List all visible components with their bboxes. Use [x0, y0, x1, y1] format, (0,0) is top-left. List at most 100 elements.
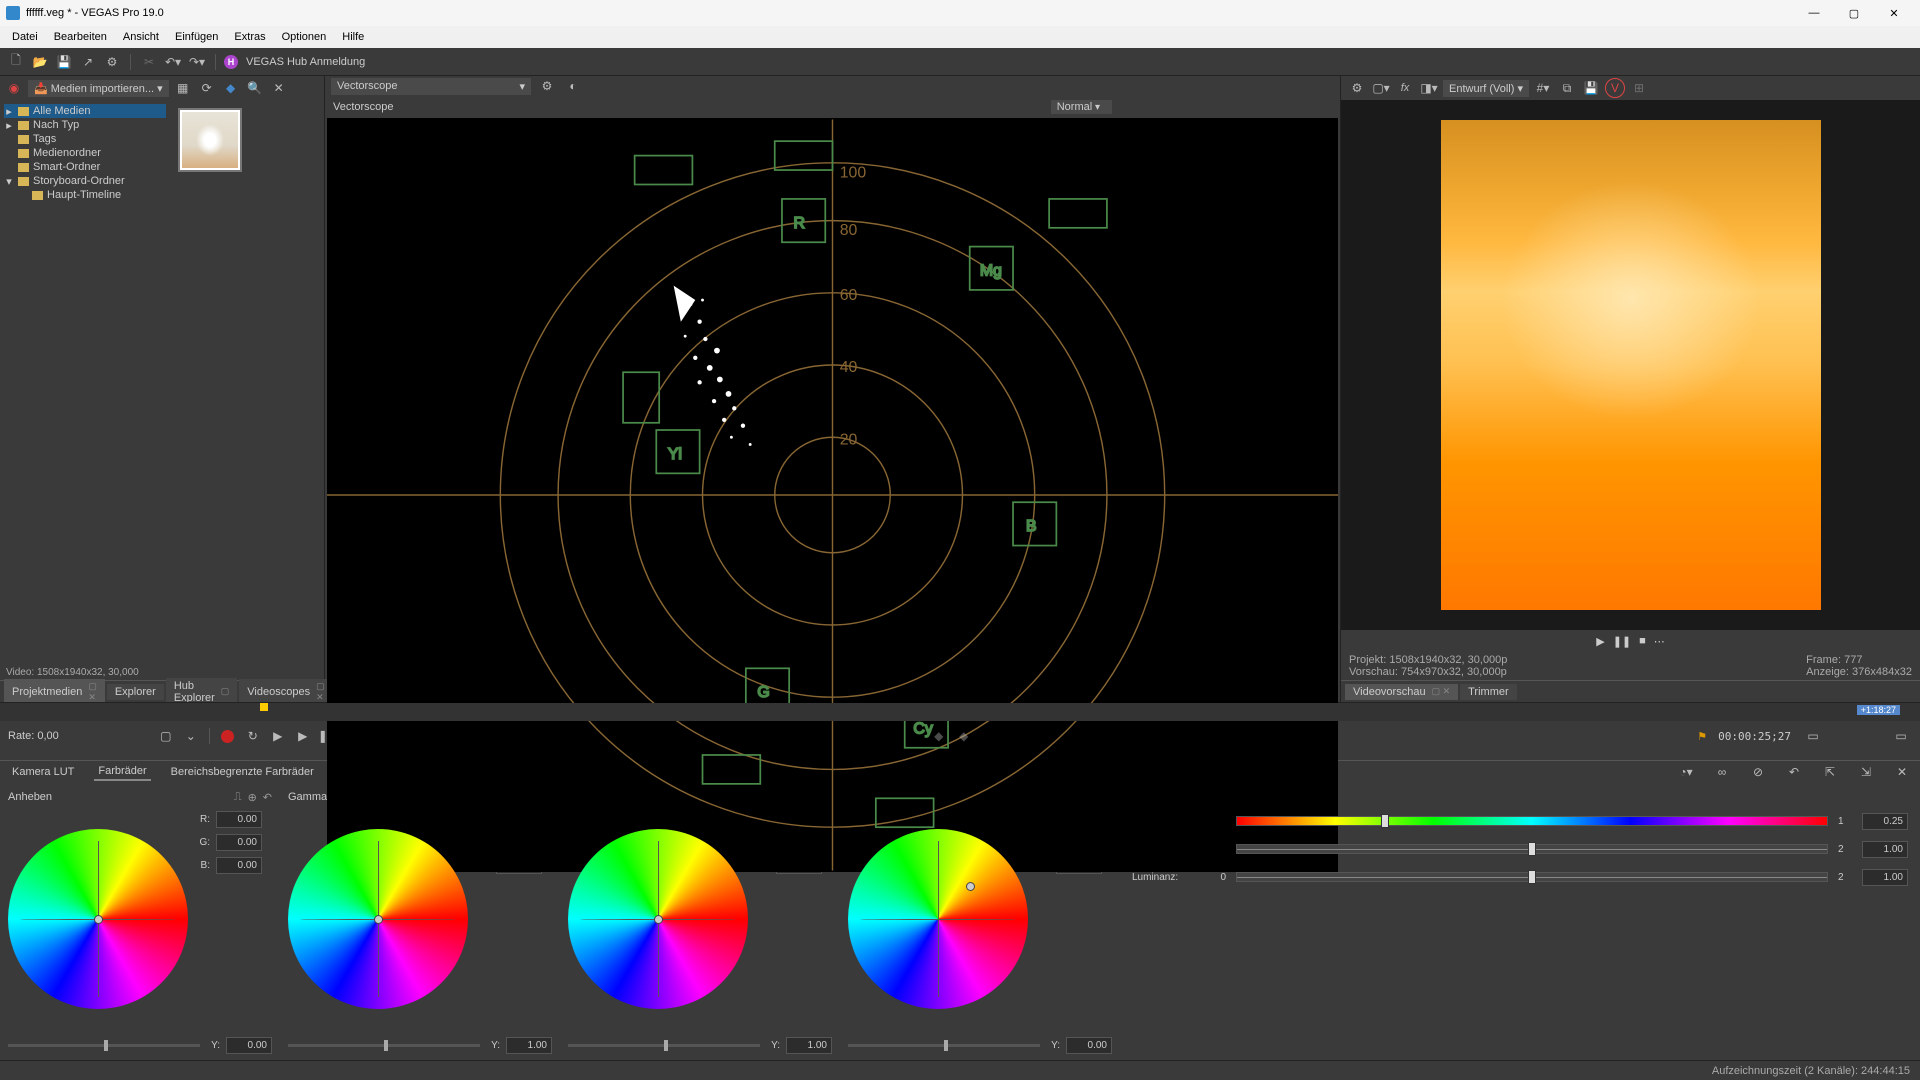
- color-link-icon[interactable]: ∞: [1712, 762, 1732, 782]
- preview-settings-icon[interactable]: ⚙: [1347, 78, 1367, 98]
- scope-type-dropdown[interactable]: Vectorscope▾: [331, 78, 531, 95]
- timecode-display[interactable]: 00:00:25;27: [1718, 730, 1791, 743]
- scope-settings-icon[interactable]: ⚙: [537, 76, 557, 96]
- tool1-icon[interactable]: ◆: [928, 725, 950, 747]
- cut-icon[interactable]: ✂: [139, 52, 159, 72]
- hsl-slider[interactable]: [1236, 872, 1828, 882]
- wheel-target-icon[interactable]: ⊕: [248, 791, 257, 804]
- close-button[interactable]: ✕: [1874, 0, 1914, 26]
- hsl-value[interactable]: 0.25: [1862, 813, 1908, 830]
- save-icon[interactable]: 💾: [54, 52, 74, 72]
- views-icon[interactable]: ▦: [173, 78, 193, 98]
- undo-icon[interactable]: ↶▾: [163, 52, 183, 72]
- redo-icon[interactable]: ↷▾: [187, 52, 207, 72]
- open-icon[interactable]: 📂: [30, 52, 50, 72]
- menu-view[interactable]: Ansicht: [115, 29, 167, 45]
- wheel-adjust-icon[interactable]: ⎍: [234, 791, 242, 804]
- tag-blue-icon[interactable]: ◆: [221, 78, 241, 98]
- loop-icon[interactable]: ▢: [155, 725, 177, 747]
- loop-play-icon[interactable]: ↻: [242, 725, 264, 747]
- clear-icon[interactable]: ✕: [269, 78, 289, 98]
- minimize-button[interactable]: —: [1794, 0, 1834, 26]
- scope-mode-dropdown[interactable]: Normal ▾: [1051, 100, 1112, 114]
- media-import-dropdown[interactable]: 📥 Medien importieren... ▾: [28, 80, 169, 97]
- hub-link[interactable]: VEGAS Hub Anmeldung: [246, 56, 365, 68]
- search-icon[interactable]: 🔍: [245, 78, 265, 98]
- y-slider[interactable]: [8, 1044, 200, 1047]
- preview-grid-icon[interactable]: ⊞: [1629, 78, 1649, 98]
- menu-extras[interactable]: Extras: [226, 29, 273, 45]
- y-value[interactable]: 1.00: [786, 1037, 832, 1054]
- preview-pause-icon[interactable]: ❚❚: [1613, 635, 1631, 648]
- preview-play-icon[interactable]: ▶: [1596, 635, 1604, 648]
- color-wheel[interactable]: [848, 829, 1028, 1009]
- hsl-value[interactable]: 1.00: [1862, 869, 1908, 886]
- b-value[interactable]: 0.00: [216, 857, 262, 874]
- timeline-expand-icon[interactable]: ▭: [1890, 725, 1912, 747]
- y-value[interactable]: 1.00: [506, 1037, 552, 1054]
- y-slider[interactable]: [288, 1044, 480, 1047]
- scope-sync-icon[interactable]: ◐: [563, 76, 583, 96]
- y-slider[interactable]: [568, 1044, 760, 1047]
- preview-copy-icon[interactable]: ⧉: [1557, 78, 1577, 98]
- tree-storyboard[interactable]: ▾Storyboard-Ordner: [4, 174, 166, 188]
- preview-stop-icon[interactable]: ■: [1639, 635, 1646, 647]
- color-wheel[interactable]: [288, 829, 468, 1009]
- tree-tags[interactable]: Tags: [4, 132, 166, 146]
- play-from-start-icon[interactable]: ▶: [267, 725, 289, 747]
- color-bypass-icon[interactable]: ⊘: [1748, 762, 1768, 782]
- g-value[interactable]: 0.00: [216, 834, 262, 851]
- new-icon[interactable]: 🗋: [6, 52, 26, 72]
- tree-media-folders[interactable]: Medienordner: [4, 146, 166, 160]
- r-value[interactable]: 0.00: [216, 811, 262, 828]
- tab-videovorschau[interactable]: Videovorschau▢ ✕: [1345, 684, 1458, 700]
- color-export-icon[interactable]: ⇲: [1856, 762, 1876, 782]
- hsl-value[interactable]: 1.00: [1862, 841, 1908, 858]
- tab-trimmer[interactable]: Trimmer: [1460, 684, 1517, 700]
- preview-more-icon[interactable]: ⋯: [1654, 635, 1665, 648]
- tree-by-type[interactable]: ▸Nach Typ: [4, 118, 166, 132]
- menu-insert[interactable]: Einfügen: [167, 29, 226, 45]
- tree-smart-folders[interactable]: Smart-Ordner: [4, 160, 166, 174]
- tab-farbraeder[interactable]: Farbräder: [94, 763, 150, 781]
- properties-icon[interactable]: ⚙: [102, 52, 122, 72]
- play-icon[interactable]: ▶: [292, 725, 314, 747]
- y-value[interactable]: 0.00: [1066, 1037, 1112, 1054]
- preview-save-icon[interactable]: 💾: [1581, 78, 1601, 98]
- hsl-slider[interactable]: [1236, 816, 1828, 826]
- timeline-ruler[interactable]: +1:18:27: [0, 703, 1920, 721]
- menu-file[interactable]: Datei: [4, 29, 46, 45]
- tree-main-timeline[interactable]: Haupt-Timeline: [4, 188, 166, 202]
- color-wheel[interactable]: [8, 829, 188, 1009]
- record-icon[interactable]: ◉: [4, 78, 24, 98]
- color-eyedrop-icon[interactable]: ◔▾: [1676, 762, 1696, 782]
- preview-quality-dropdown[interactable]: Entwurf (Voll) ▾: [1443, 80, 1529, 97]
- preview-fx-icon[interactable]: fx: [1395, 78, 1415, 98]
- preview-overlay-icon[interactable]: #▾: [1533, 78, 1553, 98]
- record-button[interactable]: [217, 725, 239, 747]
- y-slider[interactable]: [848, 1044, 1040, 1047]
- tab-kamera-lut[interactable]: Kamera LUT: [8, 764, 78, 780]
- color-reset-icon[interactable]: ↶: [1784, 762, 1804, 782]
- timeline-playhead-icon[interactable]: [260, 703, 268, 711]
- tab-projektmedien[interactable]: Projektmedien▢ ✕: [4, 679, 105, 705]
- color-import-icon[interactable]: ⇱: [1820, 762, 1840, 782]
- menu-help[interactable]: Hilfe: [334, 29, 372, 45]
- y-value[interactable]: 0.00: [226, 1037, 272, 1054]
- color-close-icon[interactable]: ✕: [1892, 762, 1912, 782]
- preview-split-icon[interactable]: ◨▾: [1419, 78, 1439, 98]
- color-wheel[interactable]: [568, 829, 748, 1009]
- refresh-icon[interactable]: ⟳: [197, 78, 217, 98]
- menu-options[interactable]: Optionen: [274, 29, 335, 45]
- tab-explorer[interactable]: Explorer: [107, 684, 164, 700]
- tool2-icon[interactable]: ◆: [953, 725, 975, 747]
- wheel-reset-icon[interactable]: ↶: [263, 791, 272, 804]
- tab-videoscopes[interactable]: Videoscopes▢ ✕: [239, 679, 332, 705]
- preview-external-icon[interactable]: ▢▾: [1371, 78, 1391, 98]
- hsl-slider[interactable]: [1236, 844, 1828, 854]
- media-thumbnail[interactable]: [178, 108, 242, 172]
- tree-all-media[interactable]: ▸Alle Medien: [4, 104, 166, 118]
- render-icon[interactable]: ↗: [78, 52, 98, 72]
- hub-icon[interactable]: H: [224, 55, 238, 69]
- tab-bereichs[interactable]: Bereichsbegrenzte Farbräder: [167, 764, 318, 780]
